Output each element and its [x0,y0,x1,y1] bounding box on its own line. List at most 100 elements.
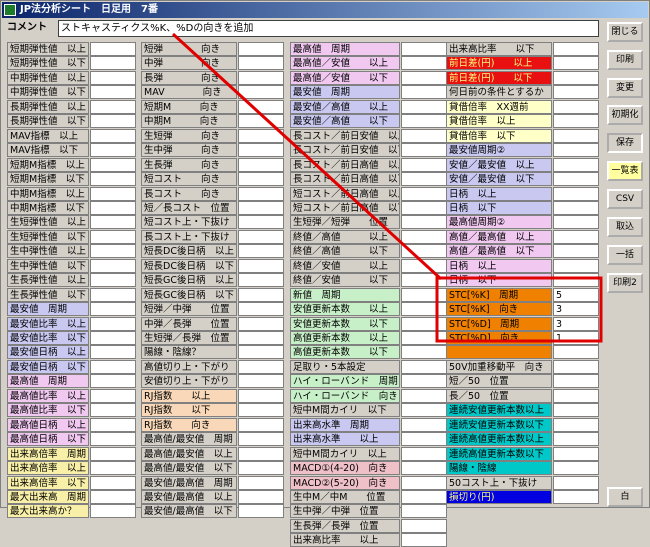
col2-value-field[interactable] [238,114,284,129]
col2-value-field[interactable] [238,85,284,100]
col2-value-field[interactable] [238,374,284,389]
col2-value-field[interactable] [238,345,284,360]
col3-value-field[interactable] [401,518,447,533]
col1-value-field[interactable] [90,186,136,201]
col3-value-field[interactable] [401,345,447,360]
button-4[interactable]: 保存 [607,133,643,153]
col1-value-field[interactable] [90,143,136,158]
col4-value-field[interactable] [553,42,599,56]
col4-value-field[interactable] [553,446,599,461]
col2-value-field[interactable] [238,172,284,187]
col4-value-field[interactable] [553,172,599,187]
button-7[interactable]: 取込 [607,217,643,237]
col2-value-field[interactable] [238,229,284,244]
col2-value-field[interactable] [238,475,284,490]
col1-value-field[interactable] [90,70,136,85]
col2-value-field[interactable] [238,56,284,71]
col4-value-field[interactable]: 3 [553,302,599,317]
col3-value-field[interactable] [401,504,447,519]
col4-value-field[interactable] [553,374,599,389]
col3-value-field[interactable] [401,302,447,317]
col1-value-field[interactable] [90,374,136,389]
col1-value-field[interactable] [90,229,136,244]
col4-value-field[interactable] [553,417,599,432]
col3-value-field[interactable] [401,331,447,345]
col3-value-field[interactable] [401,417,447,432]
col4-value-field[interactable] [553,388,599,403]
col4-value-field[interactable] [553,432,599,447]
col1-value-field[interactable] [90,56,136,71]
col4-value-field[interactable] [553,85,599,100]
button-2[interactable]: 変更 [607,78,643,98]
col3-value-field[interactable] [401,533,447,547]
col3-value-field[interactable] [401,475,447,490]
col4-value-field[interactable] [553,70,599,85]
col1-value-field[interactable] [90,475,136,490]
comment-input[interactable]: ストキャスティクス%K、%Dの向きを追加 [58,20,599,37]
col1-value-field[interactable] [90,244,136,259]
col2-value-field[interactable] [238,461,284,476]
col4-value-field[interactable] [553,186,599,201]
col1-value-field[interactable] [90,258,136,273]
col2-value-field[interactable] [238,432,284,447]
col4-value-field[interactable] [553,489,599,504]
col1-value-field[interactable] [90,403,136,418]
col2-value-field[interactable] [238,70,284,85]
col3-value-field[interactable] [401,461,447,476]
col2-value-field[interactable] [238,244,284,259]
col1-value-field[interactable] [90,273,136,288]
button-8[interactable]: 一括 [607,245,643,265]
col1-value-field[interactable] [90,42,136,56]
col3-value-field[interactable] [401,70,447,85]
col3-value-field[interactable] [401,432,447,447]
col2-value-field[interactable] [238,99,284,114]
col3-value-field[interactable] [401,244,447,259]
col2-value-field[interactable] [238,504,284,519]
col3-value-field[interactable] [401,172,447,187]
col2-value-field[interactable] [238,359,284,374]
button-10[interactable]: 白 [607,487,643,507]
button-0[interactable]: 閉じる [607,22,643,42]
col4-value-field[interactable]: 1 [553,331,599,345]
col1-value-field[interactable] [90,128,136,143]
button-1[interactable]: 印刷 [607,50,643,70]
col3-value-field[interactable] [401,143,447,158]
col2-value-field[interactable] [238,258,284,273]
col3-value-field[interactable] [401,215,447,230]
col1-value-field[interactable] [90,331,136,345]
col4-value-field[interactable] [553,273,599,288]
col2-value-field[interactable] [238,215,284,230]
col1-value-field[interactable] [90,489,136,504]
col3-value-field[interactable] [401,287,447,302]
button-5[interactable]: 一覧表 [607,161,643,181]
col3-value-field[interactable] [401,128,447,143]
col4-value-field[interactable] [553,403,599,418]
col1-value-field[interactable] [90,200,136,215]
col4-value-field[interactable]: 3 [553,316,599,331]
button-9[interactable]: 印刷2 [607,273,643,293]
col4-value-field[interactable] [553,229,599,244]
col1-value-field[interactable] [90,446,136,461]
col3-value-field[interactable] [401,258,447,273]
col2-value-field[interactable] [238,186,284,201]
col3-value-field[interactable] [401,374,447,389]
col4-value-field[interactable] [553,56,599,71]
col4-value-field[interactable] [553,143,599,158]
col1-value-field[interactable] [90,417,136,432]
col1-value-field[interactable] [90,85,136,100]
col1-value-field[interactable] [90,302,136,317]
col3-value-field[interactable] [401,56,447,71]
col4-value-field[interactable] [553,461,599,476]
col1-value-field[interactable] [90,114,136,129]
col2-value-field[interactable] [238,157,284,172]
col4-value-field[interactable]: 5 [553,287,599,302]
col1-value-field[interactable] [90,99,136,114]
col2-value-field[interactable] [238,316,284,331]
col2-value-field[interactable] [238,388,284,403]
button-6[interactable]: CSV [607,189,643,209]
col2-value-field[interactable] [238,200,284,215]
col3-value-field[interactable] [401,42,447,56]
col4-value-field[interactable] [553,157,599,172]
col1-value-field[interactable] [90,504,136,519]
col2-value-field[interactable] [238,446,284,461]
